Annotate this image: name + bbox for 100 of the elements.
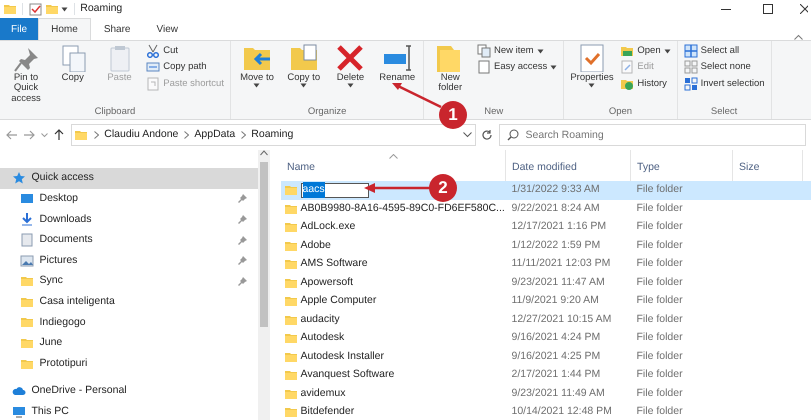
date-modified: 12/17/2021 1:16 PM <box>512 220 606 232</box>
sidebar-label: This PC <box>32 404 69 419</box>
ribbon-button[interactable]: Open <box>618 43 673 60</box>
ribbon-button[interactable]: Delete <box>328 43 372 90</box>
address-bar[interactable]: Claudiu Andone AppData Roaming <box>70 124 476 146</box>
edit-icon <box>620 60 634 74</box>
ribbon-tab[interactable]: Home <box>38 18 91 40</box>
group-label: Organize <box>308 106 346 117</box>
column-header[interactable]: Date modified <box>512 160 577 176</box>
step-badge: 2 <box>429 174 457 202</box>
scrollbar-thumb[interactable] <box>260 162 268 326</box>
chevron-up-icon[interactable] <box>260 150 268 156</box>
date-modified: 11/9/2021 9:20 AM <box>512 294 599 306</box>
chevron-up-icon[interactable] <box>794 34 803 40</box>
ribbon-tab[interactable]: Share <box>90 18 144 40</box>
sidebar-item[interactable]: June <box>0 332 258 354</box>
properties-icon <box>28 2 42 16</box>
sidebar-item[interactable]: Sync <box>0 270 258 292</box>
pin-icon <box>238 236 247 245</box>
sidebar-item[interactable]: This PC <box>0 402 258 420</box>
group-label: Open <box>608 106 632 117</box>
ribbon-button[interactable]: Select none <box>682 59 767 76</box>
ribbon-tab[interactable]: File <box>0 18 38 40</box>
sidebar-item[interactable]: OneDrive - Personal <box>0 380 258 402</box>
sidebar-item[interactable]: Prototipuri <box>0 353 258 374</box>
file-row[interactable]: Apowersoft 9/23/2021 11:47 AM File folder <box>281 274 811 292</box>
file-row[interactable]: Bitdefender 10/14/2021 12:48 PM File folder <box>281 403 811 420</box>
search-field[interactable]: Search Roaming <box>498 124 806 146</box>
ribbon-button[interactable]: Invert selection <box>682 76 767 92</box>
document-icon <box>20 233 34 248</box>
sidebar-item[interactable]: Downloads <box>0 209 258 230</box>
invert-selection-icon <box>684 76 698 91</box>
file-name: avidemux <box>300 386 346 401</box>
forward-arrow-icon[interactable] <box>23 129 35 141</box>
ribbon-button[interactable]: Pin to Quick access <box>4 43 48 106</box>
ribbon-button[interactable]: Cut <box>144 43 226 60</box>
properties-icon <box>578 44 606 72</box>
file-type: File folder <box>636 386 683 399</box>
folder-icon <box>74 128 88 142</box>
caret-icon[interactable] <box>61 6 68 12</box>
close-icon[interactable] <box>800 4 808 14</box>
maximize-icon[interactable] <box>762 4 773 14</box>
sidebar-label: Desktop <box>40 191 78 206</box>
date-modified: 9/23/2021 11:47 AM <box>512 276 605 288</box>
column-header[interactable]: Name <box>287 160 316 176</box>
ribbon-button[interactable]: Copy <box>50 43 95 84</box>
file-row[interactable]: AdLock.exe 12/17/2021 1:16 PM File folder <box>281 218 811 236</box>
breadcrumb-link[interactable]: AppData <box>194 127 236 143</box>
chevron-right-icon <box>94 131 99 139</box>
file-row[interactable]: Apple Computer 11/9/2021 9:20 AM File folder <box>281 292 811 310</box>
file-name: Autodesk <box>300 330 344 346</box>
ribbon-button[interactable]: Rename <box>375 43 420 84</box>
ribbon-button[interactable]: New item <box>474 43 560 60</box>
scissors-icon <box>146 44 160 58</box>
sidebar-item[interactable]: Documents <box>0 230 258 250</box>
ribbon-button[interactable]: Move to <box>234 43 279 90</box>
file-type: File folder <box>636 220 683 232</box>
refresh-icon[interactable] <box>481 129 493 141</box>
ribbon-tab[interactable]: View <box>144 18 191 40</box>
file-row[interactable]: Autodesk Installer 9/16/2021 4:25 PM File folder <box>281 348 811 366</box>
ribbon-button[interactable]: New folder <box>428 43 472 95</box>
window-title: Roaming <box>80 1 122 16</box>
ribbon-button[interactable]: History <box>618 76 673 92</box>
chevron-down-icon[interactable] <box>462 132 472 138</box>
breadcrumb-link[interactable]: Claudiu Andone <box>104 127 178 143</box>
file-row[interactable]: audacity 12/27/2021 10:15 AM File folder <box>281 310 811 329</box>
date-modified: 12/27/2021 10:15 AM <box>512 312 612 325</box>
sidebar-item[interactable]: Desktop <box>0 188 258 210</box>
paste-shortcut-icon <box>146 76 160 91</box>
sidebar-item[interactable]: Pictures <box>0 250 258 271</box>
up-arrow-icon[interactable] <box>53 129 65 141</box>
file-row[interactable]: AMS Software 11/11/2021 12:03 PM File folder <box>281 255 811 274</box>
file-row[interactable]: Avanquest Software 2/17/2021 1:44 PM File folder <box>281 366 811 384</box>
sidebar-item[interactable]: Casa inteligenta <box>0 292 258 312</box>
sidebar-item[interactable]: Quick access <box>0 168 258 189</box>
select-none-icon <box>684 60 698 74</box>
folder-icon <box>20 336 34 350</box>
folder-icon <box>20 274 34 288</box>
ribbon-button[interactable]: Copy to <box>282 43 326 90</box>
rename-icon <box>383 44 412 72</box>
file-row[interactable]: AB0B9980-8A16-4595-89C0-FD6EF580C... 9/22/2021 8:24 AM File folder <box>281 200 811 218</box>
sidebar-item[interactable]: Indiegogo <box>0 312 258 333</box>
column-header[interactable]: Size <box>739 160 760 176</box>
file-row[interactable]: avidemux 9/23/2021 11:49 AM File folder <box>281 384 811 403</box>
breadcrumb-link[interactable]: Roaming <box>251 127 294 143</box>
folder-icon <box>284 405 298 420</box>
file-name: Bitdefender <box>300 404 354 420</box>
file-row[interactable]: Autodesk 9/16/2021 4:24 PM File folder <box>281 329 811 348</box>
ribbon-button[interactable]: Copy path <box>144 59 226 76</box>
delete-icon <box>336 44 364 72</box>
back-arrow-icon[interactable] <box>6 129 18 141</box>
ribbon-button[interactable]: Select all <box>682 43 767 60</box>
column-header[interactable]: Type <box>637 160 660 176</box>
rename-field[interactable]: aacs <box>300 182 368 198</box>
date-modified: 1/31/2022 9:33 AM <box>512 183 600 196</box>
file-row[interactable]: Adobe 1/12/2022 1:59 PM File folder <box>281 236 811 255</box>
ribbon-button[interactable]: Easy access <box>474 59 560 76</box>
group-label: New <box>484 106 504 117</box>
ribbon-button[interactable]: Properties <box>568 43 616 90</box>
scrollbar[interactable] <box>258 150 270 420</box>
